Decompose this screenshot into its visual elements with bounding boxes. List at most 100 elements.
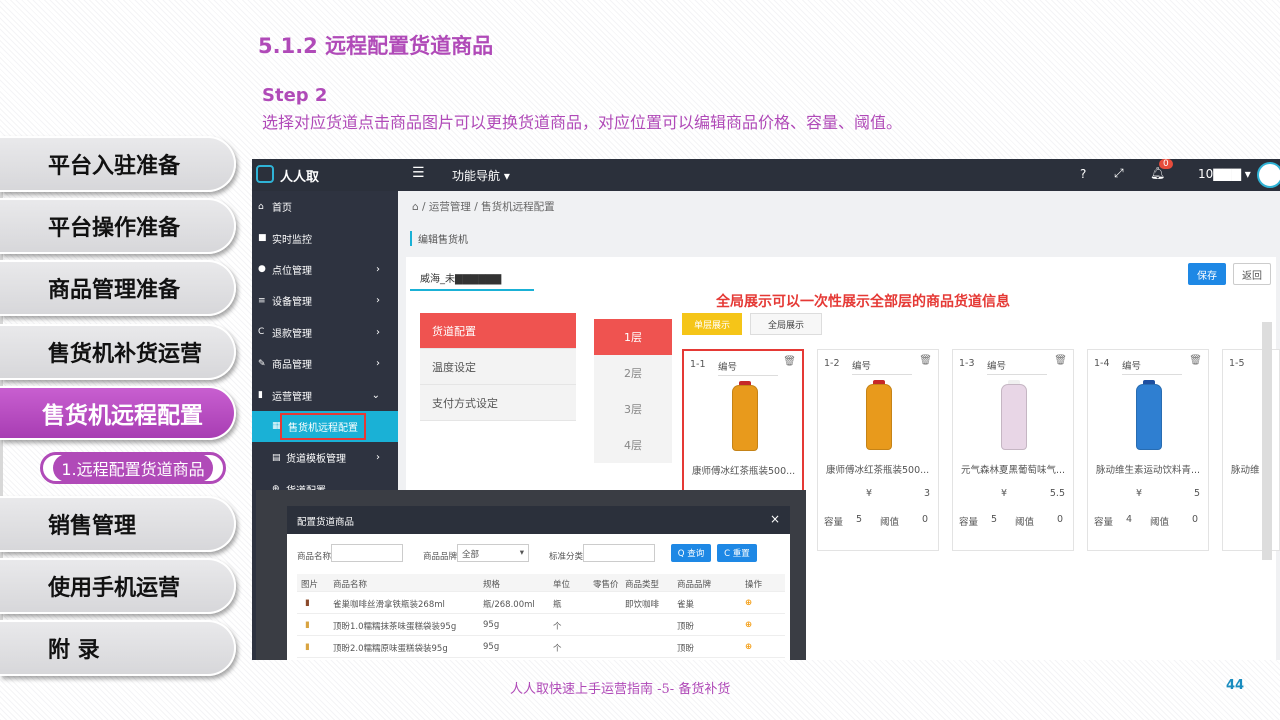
user-menu[interactable]: 10▇▇▇ ▾ bbox=[1198, 167, 1251, 181]
column-header: 单位 bbox=[553, 580, 571, 590]
add-icon[interactable]: ⊕ bbox=[745, 598, 752, 608]
single-layer-view-button[interactable]: 单层展示 bbox=[682, 313, 742, 335]
expand-icon[interactable]: ⤢ bbox=[1114, 166, 1124, 181]
capacity-label: 容量 bbox=[959, 517, 979, 528]
slot-card[interactable]: 1-4 编号 🗑︎ 脉动维生素运动饮料青... ¥5 容量 4 阈值 0 bbox=[1087, 349, 1209, 551]
product-name: 康师傅冰红茶瓶装500... bbox=[692, 466, 796, 477]
config-menu-item-2[interactable]: 支付方式设定 bbox=[420, 385, 576, 421]
table-header: 图片 商品名称 规格 单位 零售价 商品类型 商品品牌 操作 bbox=[297, 574, 785, 592]
price-currency: ¥ bbox=[1001, 488, 1008, 499]
trash-icon[interactable]: 🗑︎ bbox=[919, 355, 932, 366]
category-input[interactable] bbox=[583, 544, 655, 562]
add-icon[interactable]: ⊕ bbox=[745, 620, 752, 630]
brand-select-value: 全部 bbox=[462, 550, 480, 560]
trash-icon[interactable]: 🗑︎ bbox=[783, 356, 796, 367]
trash-icon[interactable]: 🗑︎ bbox=[1054, 355, 1067, 366]
device-icon: ≡ bbox=[258, 295, 266, 306]
layer-item-3[interactable]: 4层 bbox=[594, 427, 672, 463]
back-button[interactable]: 返回 bbox=[1233, 263, 1271, 285]
panel-title: 编辑售货机 bbox=[410, 231, 468, 246]
config-menu: 货道配置 温度设定 支付方式设定 bbox=[420, 313, 576, 421]
capacity-input[interactable]: 5 bbox=[856, 514, 862, 525]
slot-card[interactable]: 1-2 编号 🗑︎ 康师傅冰红茶瓶装500... ¥3 容量 5 阈值 0 bbox=[817, 349, 939, 551]
price-input[interactable]: 5 bbox=[1194, 488, 1200, 499]
table-row[interactable]: ▮ 顶盼1.0糯糯抹茶味蛋糕袋装95g 95g 个 顶盼 ⊕ bbox=[297, 614, 785, 636]
slot-number-field[interactable]: 编号 bbox=[1122, 358, 1182, 375]
slot-number-field[interactable]: 编号 bbox=[852, 358, 912, 375]
sidebar-item-6[interactable]: ▮ 运营管理 ⌄ bbox=[252, 379, 398, 410]
price-input[interactable]: 3 bbox=[924, 488, 930, 499]
brand-select[interactable]: 全部 ▾ bbox=[457, 544, 529, 562]
chevron-icon: › bbox=[376, 326, 380, 338]
menu-icon[interactable]: ☰ bbox=[412, 165, 425, 181]
capacity-input[interactable]: 4 bbox=[1126, 514, 1132, 525]
sidebar-item-5[interactable]: ✎ 商品管理 › bbox=[252, 348, 398, 379]
table-row[interactable]: ▮ 雀巢咖啡丝滑拿铁瓶装268ml 瓶/268.00ml 瓶 即饮咖啡 雀巢 ⊕ bbox=[297, 592, 785, 614]
machine-tab[interactable]: 威海_未▇▇▇▇▇▇ bbox=[410, 261, 534, 291]
nav-tab-5[interactable]: 销售管理 bbox=[0, 496, 236, 552]
product-name-label: 商品名称 bbox=[297, 552, 332, 562]
product-image[interactable] bbox=[732, 385, 758, 451]
reset-button[interactable]: C 重置 bbox=[717, 544, 757, 562]
sidebar-item-0[interactable]: ⌂ 首页 bbox=[252, 191, 398, 222]
threshold-input[interactable]: 0 bbox=[1192, 514, 1198, 525]
sidebar-item-7[interactable]: ▦ 售货机远程配置 bbox=[252, 410, 398, 443]
layer-item-1[interactable]: 2层 bbox=[594, 355, 672, 391]
map-marker-icon: ● bbox=[258, 264, 266, 275]
product-image[interactable] bbox=[1136, 384, 1162, 450]
column-header: 图片 bbox=[301, 580, 319, 590]
slot-id: 1-3 bbox=[959, 358, 975, 369]
nav-tab-3[interactable]: 售货机补货运营 bbox=[0, 324, 236, 380]
cell-spec: 95g bbox=[483, 620, 500, 630]
config-menu-item-0[interactable]: 货道配置 bbox=[420, 313, 576, 349]
layer-item-0[interactable]: 1层 bbox=[594, 319, 672, 355]
threshold-input[interactable]: 0 bbox=[922, 514, 928, 525]
sidebar-item-4[interactable]: C 退款管理 › bbox=[252, 317, 398, 348]
product-image[interactable] bbox=[1001, 384, 1027, 450]
capacity-input[interactable]: 5 bbox=[991, 514, 997, 525]
step-description: 选择对应货道点击商品图片可以更换货道商品，对应位置可以编辑商品价格、容量、阈值。 bbox=[262, 113, 903, 132]
config-menu-item-1[interactable]: 温度设定 bbox=[420, 349, 576, 385]
save-button[interactable]: 保存 bbox=[1188, 263, 1226, 285]
add-icon[interactable]: ⊕ bbox=[745, 642, 752, 652]
cell-brand: 顶盼 bbox=[677, 622, 695, 632]
price-input[interactable]: 5.5 bbox=[1050, 488, 1065, 499]
nav-tab-6[interactable]: 使用手机运营 bbox=[0, 558, 236, 614]
sidebar-item-2[interactable]: ● 点位管理 › bbox=[252, 254, 398, 285]
sidebar-item-1[interactable]: ■ 实时监控 bbox=[252, 222, 398, 253]
home-icon: ⌂ bbox=[258, 201, 264, 212]
global-view-button[interactable]: 全局展示 bbox=[750, 313, 822, 335]
nav-tab-0[interactable]: 平台入驻准备 bbox=[0, 136, 236, 192]
product-name-input[interactable] bbox=[331, 544, 403, 562]
nav-tab-2[interactable]: 商品管理准备 bbox=[0, 260, 236, 316]
nav-tab-4[interactable]: 售货机远程配置 bbox=[0, 386, 236, 440]
function-nav-dropdown[interactable]: 功能导航 ▾ bbox=[452, 167, 510, 184]
cell-name: 顶盼2.0糯糯原味蛋糕袋装95g bbox=[333, 644, 448, 654]
product-image[interactable] bbox=[866, 384, 892, 450]
modal-title: 配置货道商品 bbox=[287, 506, 790, 534]
slot-number-field[interactable]: 编号 bbox=[718, 359, 778, 376]
slot-card[interactable]: 1-3 编号 🗑︎ 元气森林夏黑葡萄味气... ¥5.5 容量 5 阈值 0 bbox=[952, 349, 1074, 551]
table-row[interactable]: ▮ 顶盼2.0糯糯原味蛋糕袋装95g 95g 个 顶盼 ⊕ bbox=[297, 636, 785, 658]
slide-title: 5.1.2 远程配置货道商品 bbox=[258, 34, 494, 58]
sidebar-item-8[interactable]: ▤ 货道模板管理 › bbox=[252, 442, 398, 473]
sidebar-item-3[interactable]: ≡ 设备管理 › bbox=[252, 285, 398, 316]
slot-id: 1-2 bbox=[824, 358, 840, 369]
nav-tab-7[interactable]: 附 录 bbox=[0, 620, 236, 676]
threshold-input[interactable]: 0 bbox=[1057, 514, 1063, 525]
column-header: 零售价 bbox=[593, 580, 619, 590]
price-currency: ¥ bbox=[1136, 488, 1143, 499]
scrollbar[interactable] bbox=[1262, 322, 1272, 560]
avatar[interactable] bbox=[1257, 162, 1280, 188]
trash-icon[interactable]: 🗑︎ bbox=[1189, 355, 1202, 366]
search-button[interactable]: Q 查询 bbox=[671, 544, 711, 562]
close-icon[interactable]: × bbox=[770, 512, 780, 526]
cell-unit: 个 bbox=[553, 644, 562, 654]
layer-item-2[interactable]: 3层 bbox=[594, 391, 672, 427]
cell-spec: 95g bbox=[483, 642, 500, 652]
cell-name: 顶盼1.0糯糯抹茶味蛋糕袋装95g bbox=[333, 622, 457, 632]
help-icon[interactable]: ? bbox=[1080, 167, 1086, 181]
nav-sub-item[interactable]: 1.远程配置货道商品 bbox=[40, 452, 226, 484]
slot-number-field[interactable]: 编号 bbox=[987, 358, 1047, 375]
nav-tab-1[interactable]: 平台操作准备 bbox=[0, 198, 236, 254]
